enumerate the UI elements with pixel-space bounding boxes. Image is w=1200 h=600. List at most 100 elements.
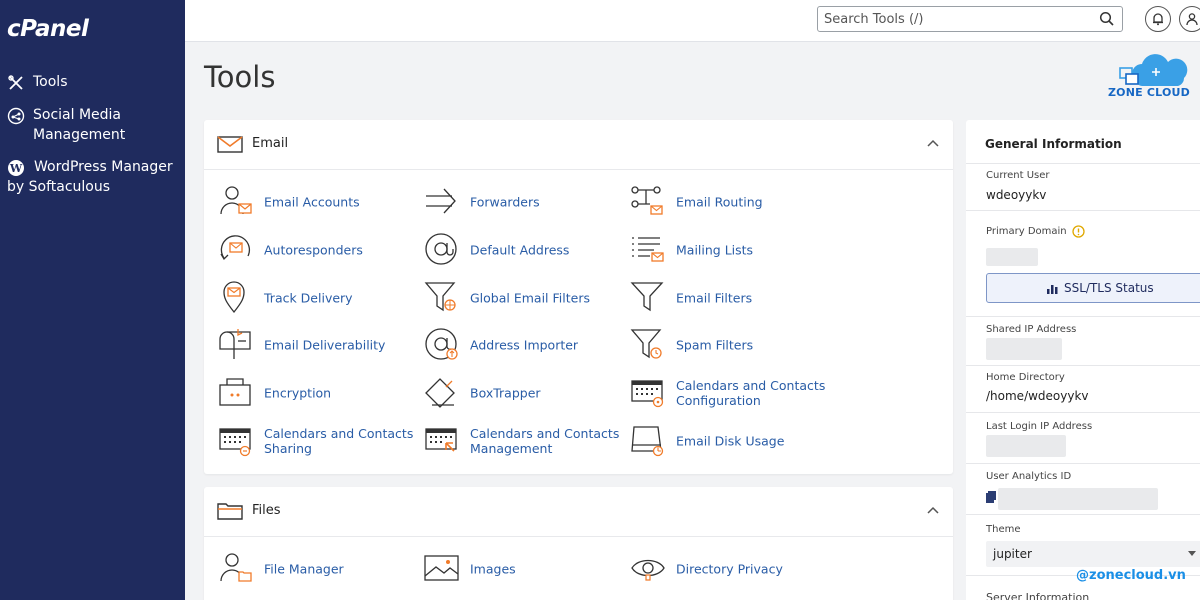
social-media-icon (7, 107, 25, 125)
tool-calendars-config[interactable]: Calendars and Contacts Configuration (630, 373, 830, 413)
caret-down-icon (1188, 551, 1196, 556)
encryption-icon (219, 378, 251, 406)
filter-icon (630, 282, 664, 312)
general-information-panel: General Information Current User wdeoyyk… (966, 120, 1200, 600)
calendar-sharing-icon (219, 428, 251, 457)
email-section: Email Email Accounts Forwarders Email Ro… (204, 120, 953, 474)
theme-value: jupiter (993, 547, 1032, 561)
sidebar: cPanel Tools Social Media Management W W… (0, 0, 185, 600)
primary-domain-redacted (986, 248, 1038, 266)
tool-address-importer[interactable]: Address Importer (424, 325, 624, 365)
autoresponders-icon (220, 235, 251, 261)
tool-calendars-sharing[interactable]: Calendars and Contacts Sharing (218, 421, 418, 461)
at-icon (425, 233, 457, 265)
home-directory-label: Home Directory (986, 372, 1065, 383)
tool-boxtrapper[interactable]: BoxTrapper (424, 373, 624, 413)
tool-spam-filters[interactable]: Spam Filters (630, 325, 830, 365)
tool-label: Address Importer (470, 337, 579, 353)
calendar-config-icon (631, 380, 664, 408)
files-section-header[interactable]: Files (204, 487, 953, 537)
tool-label: Forwarders (470, 194, 540, 210)
tool-file-manager[interactable]: File Manager (218, 549, 418, 589)
shared-ip-redacted (986, 338, 1062, 360)
sidebar-item-label: WordPress Manager by Softaculous (7, 159, 173, 195)
tool-label: Default Address (470, 242, 570, 258)
spam-filter-icon (630, 329, 662, 359)
envelope-icon (217, 136, 243, 153)
tool-directory-privacy[interactable]: Directory Privacy (630, 549, 830, 589)
tool-label: Email Routing (676, 194, 763, 210)
email-section-header[interactable]: Email (204, 120, 953, 170)
bell-icon (1153, 13, 1163, 26)
tool-email-routing[interactable]: Email Routing (630, 182, 830, 222)
tool-label: Calendars and Contacts Configuration (676, 378, 826, 408)
notifications-button[interactable] (1145, 6, 1171, 32)
tool-label: Email Disk Usage (676, 433, 785, 449)
tool-encryption[interactable]: Encryption (218, 373, 418, 413)
divider (966, 210, 1200, 211)
boxtrapper-icon (425, 378, 455, 408)
user-menu-button[interactable] (1179, 6, 1200, 32)
tool-track-delivery[interactable]: Track Delivery (218, 278, 418, 318)
tool-label: Track Delivery (264, 290, 353, 306)
chevron-up-icon[interactable] (927, 505, 939, 517)
images-icon (424, 555, 459, 581)
info-title: General Information (985, 137, 1122, 151)
tool-mailing-lists[interactable]: Mailing Lists (630, 230, 830, 270)
search-icon[interactable] (1099, 11, 1115, 27)
sidebar-item-tools[interactable]: Tools (7, 72, 68, 92)
folder-icon (217, 503, 243, 520)
tool-global-email-filters[interactable]: Global Email Filters (424, 278, 624, 318)
analytics-id-label: User Analytics ID (986, 471, 1072, 482)
watermark: @zonecloud.vn (1076, 568, 1186, 583)
search-box (817, 6, 1123, 32)
theme-select[interactable]: jupiter (986, 541, 1200, 567)
file-manager-icon (220, 553, 252, 582)
tool-email-deliverability[interactable]: Email Deliverability (218, 325, 418, 365)
disk-usage-icon (631, 426, 664, 457)
bar-chart-icon (1047, 285, 1058, 294)
page-title: Tools (204, 60, 276, 94)
sidebar-item-label: Social Media Management (33, 107, 126, 143)
tool-label: File Manager (264, 561, 344, 577)
divider (966, 412, 1200, 413)
email-accounts-icon (220, 186, 252, 215)
theme-label: Theme (986, 524, 1021, 535)
ssl-tls-status-button[interactable]: SSL/TLS Status (986, 273, 1200, 303)
sidebar-item-social-media[interactable]: Social Media Management (7, 105, 157, 145)
forwarders-icon (426, 188, 456, 214)
eye-icon (631, 559, 665, 581)
sidebar-item-wordpress[interactable]: W WordPress Manager by Softaculous (7, 157, 177, 197)
divider (966, 365, 1200, 366)
home-directory-value: /home/wdeoyykv (986, 389, 1089, 403)
tool-calendars-management[interactable]: Calendars and Contacts Management (424, 421, 624, 461)
copy-icon[interactable] (986, 491, 996, 503)
calendar-management-icon (425, 428, 457, 452)
tool-label: Autoresponders (264, 242, 363, 258)
tool-label: Calendars and Contacts Management (470, 426, 620, 456)
cpanel-logo[interactable]: cPanel (7, 16, 89, 42)
tool-label: Images (470, 561, 516, 577)
files-section: Files File Manager Images Directory Priv… (204, 487, 953, 600)
tool-label: Email Filters (676, 290, 753, 306)
tool-label: Email Deliverability (264, 337, 386, 353)
tool-email-filters[interactable]: Email Filters (630, 278, 830, 318)
tool-label: BoxTrapper (470, 385, 541, 401)
tool-autoresponders[interactable]: Autoresponders (218, 230, 418, 270)
chevron-up-icon[interactable] (927, 138, 939, 150)
address-importer-icon (425, 328, 458, 360)
last-login-ip-label: Last Login IP Address (986, 421, 1093, 432)
tool-email-disk-usage[interactable]: Email Disk Usage (630, 421, 830, 461)
tool-label: Global Email Filters (470, 290, 590, 306)
top-bar (185, 0, 1200, 42)
tool-default-address[interactable]: Default Address (424, 230, 624, 270)
section-title: Files (252, 503, 281, 518)
tool-email-accounts[interactable]: Email Accounts (218, 182, 418, 222)
search-input[interactable] (824, 8, 1094, 30)
tool-images[interactable]: Images (424, 549, 624, 589)
tool-forwarders[interactable]: Forwarders (424, 182, 624, 222)
divider (966, 163, 1200, 164)
warning-icon[interactable] (1072, 225, 1085, 238)
tool-label: Encryption (264, 385, 332, 401)
server-information-label: Server Information (986, 591, 1090, 600)
